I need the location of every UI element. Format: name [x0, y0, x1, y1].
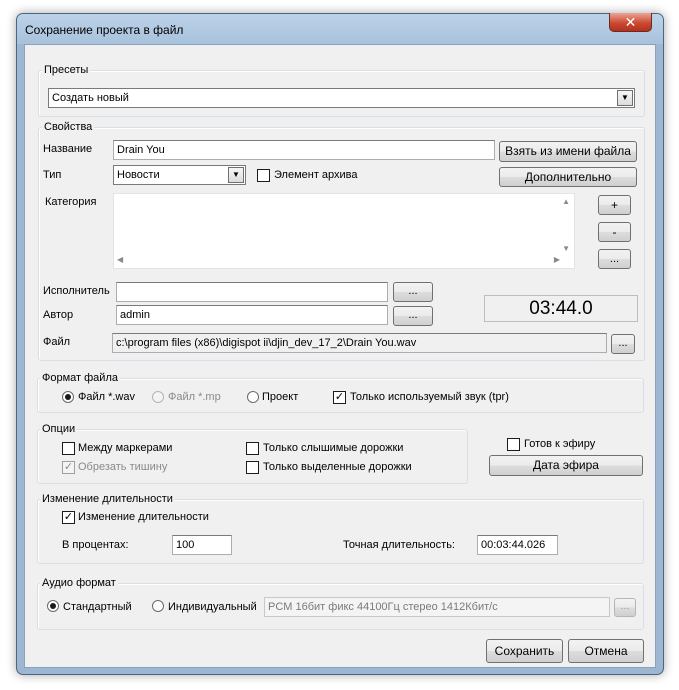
percent-input[interactable]: 100	[172, 535, 232, 555]
duration-display: 03:44.0	[484, 295, 638, 322]
audio-standard-radio[interactable]	[47, 600, 59, 612]
author-input[interactable]: admin	[116, 305, 388, 325]
author-browse-button[interactable]: ...	[393, 306, 433, 326]
audio-format-field[interactable]: PCM 16бит фикс 44100Гц стерео 1412Кбит/с	[264, 597, 610, 617]
title-bar[interactable]: Сохранение проекта в файл	[17, 14, 663, 44]
ready-for-air-label: Готов к эфиру	[524, 438, 596, 450]
type-label: Тип	[43, 169, 62, 181]
file-path-field[interactable]: c:\program files (x86)\digispot ii\djin_…	[112, 333, 607, 353]
performer-label: Исполнитель	[43, 285, 110, 297]
format-wav-radio[interactable]	[62, 391, 74, 403]
archive-item-checkbox[interactable]	[257, 169, 270, 182]
category-more-button[interactable]: ...	[598, 249, 631, 269]
file-browse-button[interactable]: ...	[611, 334, 635, 354]
scroll-left-icon[interactable]: ◀	[117, 255, 123, 264]
preset-select-value: Создать новый	[52, 92, 129, 104]
name-label: Название	[43, 143, 93, 155]
format-project-label: Проект	[262, 391, 299, 403]
chevron-down-icon[interactable]: ▼	[617, 90, 633, 106]
trim-silence-checkbox[interactable]: ✓	[62, 461, 75, 474]
author-label: Автор	[43, 309, 74, 321]
properties-group-label: Свойства	[42, 121, 95, 134]
exact-duration-input[interactable]: 00:03:44.026	[477, 535, 558, 555]
exact-duration-label: Точная длительность:	[343, 539, 455, 551]
type-select-value: Новости	[117, 169, 160, 181]
close-button[interactable]: ✕	[609, 13, 652, 32]
duration-change-label: Изменение длительности	[78, 511, 209, 523]
options-group-label: Опции	[40, 423, 78, 436]
window-title: Сохранение проекта в файл	[25, 23, 184, 37]
duration-change-group-label: Изменение длительности	[40, 493, 175, 506]
name-input[interactable]: Drain You	[113, 140, 495, 160]
format-project-radio[interactable]	[247, 391, 259, 403]
category-label: Категория	[45, 196, 97, 208]
format-mp-label: Файл *.mp	[168, 391, 221, 403]
duration-change-checkbox[interactable]: ✓	[62, 511, 75, 524]
performer-input[interactable]	[116, 282, 388, 302]
audio-custom-label: Индивидуальный	[168, 601, 257, 613]
chevron-down-icon[interactable]: ▼	[228, 167, 244, 183]
presets-group-label: Пресеты	[42, 64, 91, 77]
advanced-button[interactable]: Дополнительно	[499, 167, 637, 187]
format-wav-label: Файл *.wav	[78, 391, 135, 403]
ready-for-air-checkbox[interactable]	[507, 438, 520, 451]
category-remove-button[interactable]: -	[598, 222, 631, 242]
preset-select[interactable]: Создать новый ▼	[48, 88, 635, 108]
cancel-button[interactable]: Отмена	[568, 639, 644, 663]
file-format-group-label: Формат файла	[40, 372, 120, 385]
type-select[interactable]: Новости ▼	[113, 165, 246, 185]
audio-custom-radio[interactable]	[152, 600, 164, 612]
take-from-filename-button[interactable]: Взять из имени файла	[499, 141, 637, 162]
audio-format-browse-button[interactable]: ...	[614, 598, 636, 617]
audible-tracks-checkbox[interactable]	[246, 442, 259, 455]
selected-tracks-checkbox[interactable]	[246, 461, 259, 474]
between-markers-label: Между маркерами	[78, 442, 173, 454]
scroll-up-icon[interactable]: ▲	[562, 197, 570, 206]
file-label: Файл	[43, 336, 71, 348]
between-markers-checkbox[interactable]	[62, 442, 75, 455]
scroll-right-icon[interactable]: ▶	[554, 255, 560, 264]
used-sound-only-checkbox[interactable]: ✓	[333, 391, 346, 404]
air-date-button[interactable]: Дата эфира	[489, 455, 643, 476]
dialog-client-area: Пресеты Создать новый ▼ Свойства Названи…	[24, 44, 656, 668]
format-mp-radio[interactable]	[152, 391, 164, 403]
audible-tracks-label: Только слышимые дорожки	[263, 442, 404, 454]
percent-label: В процентах:	[62, 539, 129, 551]
category-add-button[interactable]: +	[598, 195, 631, 215]
save-button[interactable]: Сохранить	[486, 639, 563, 663]
category-list[interactable]: ▲ ▼ ◀ ▶	[113, 193, 575, 269]
trim-silence-label: Обрезать тишину	[78, 461, 168, 473]
archive-item-label: Элемент архива	[274, 169, 358, 181]
dialog-window: Сохранение проекта в файл ✕ Пресеты Созд…	[16, 13, 664, 675]
audio-format-group-label: Аудио формат	[40, 577, 118, 590]
selected-tracks-label: Только выделенные дорожки	[263, 461, 412, 473]
audio-standard-label: Стандартный	[63, 601, 132, 613]
scroll-down-icon[interactable]: ▼	[562, 244, 570, 253]
options-group	[37, 429, 468, 484]
performer-browse-button[interactable]: ...	[393, 282, 433, 302]
used-sound-only-label: Только используемый звук (tpr)	[350, 391, 509, 403]
